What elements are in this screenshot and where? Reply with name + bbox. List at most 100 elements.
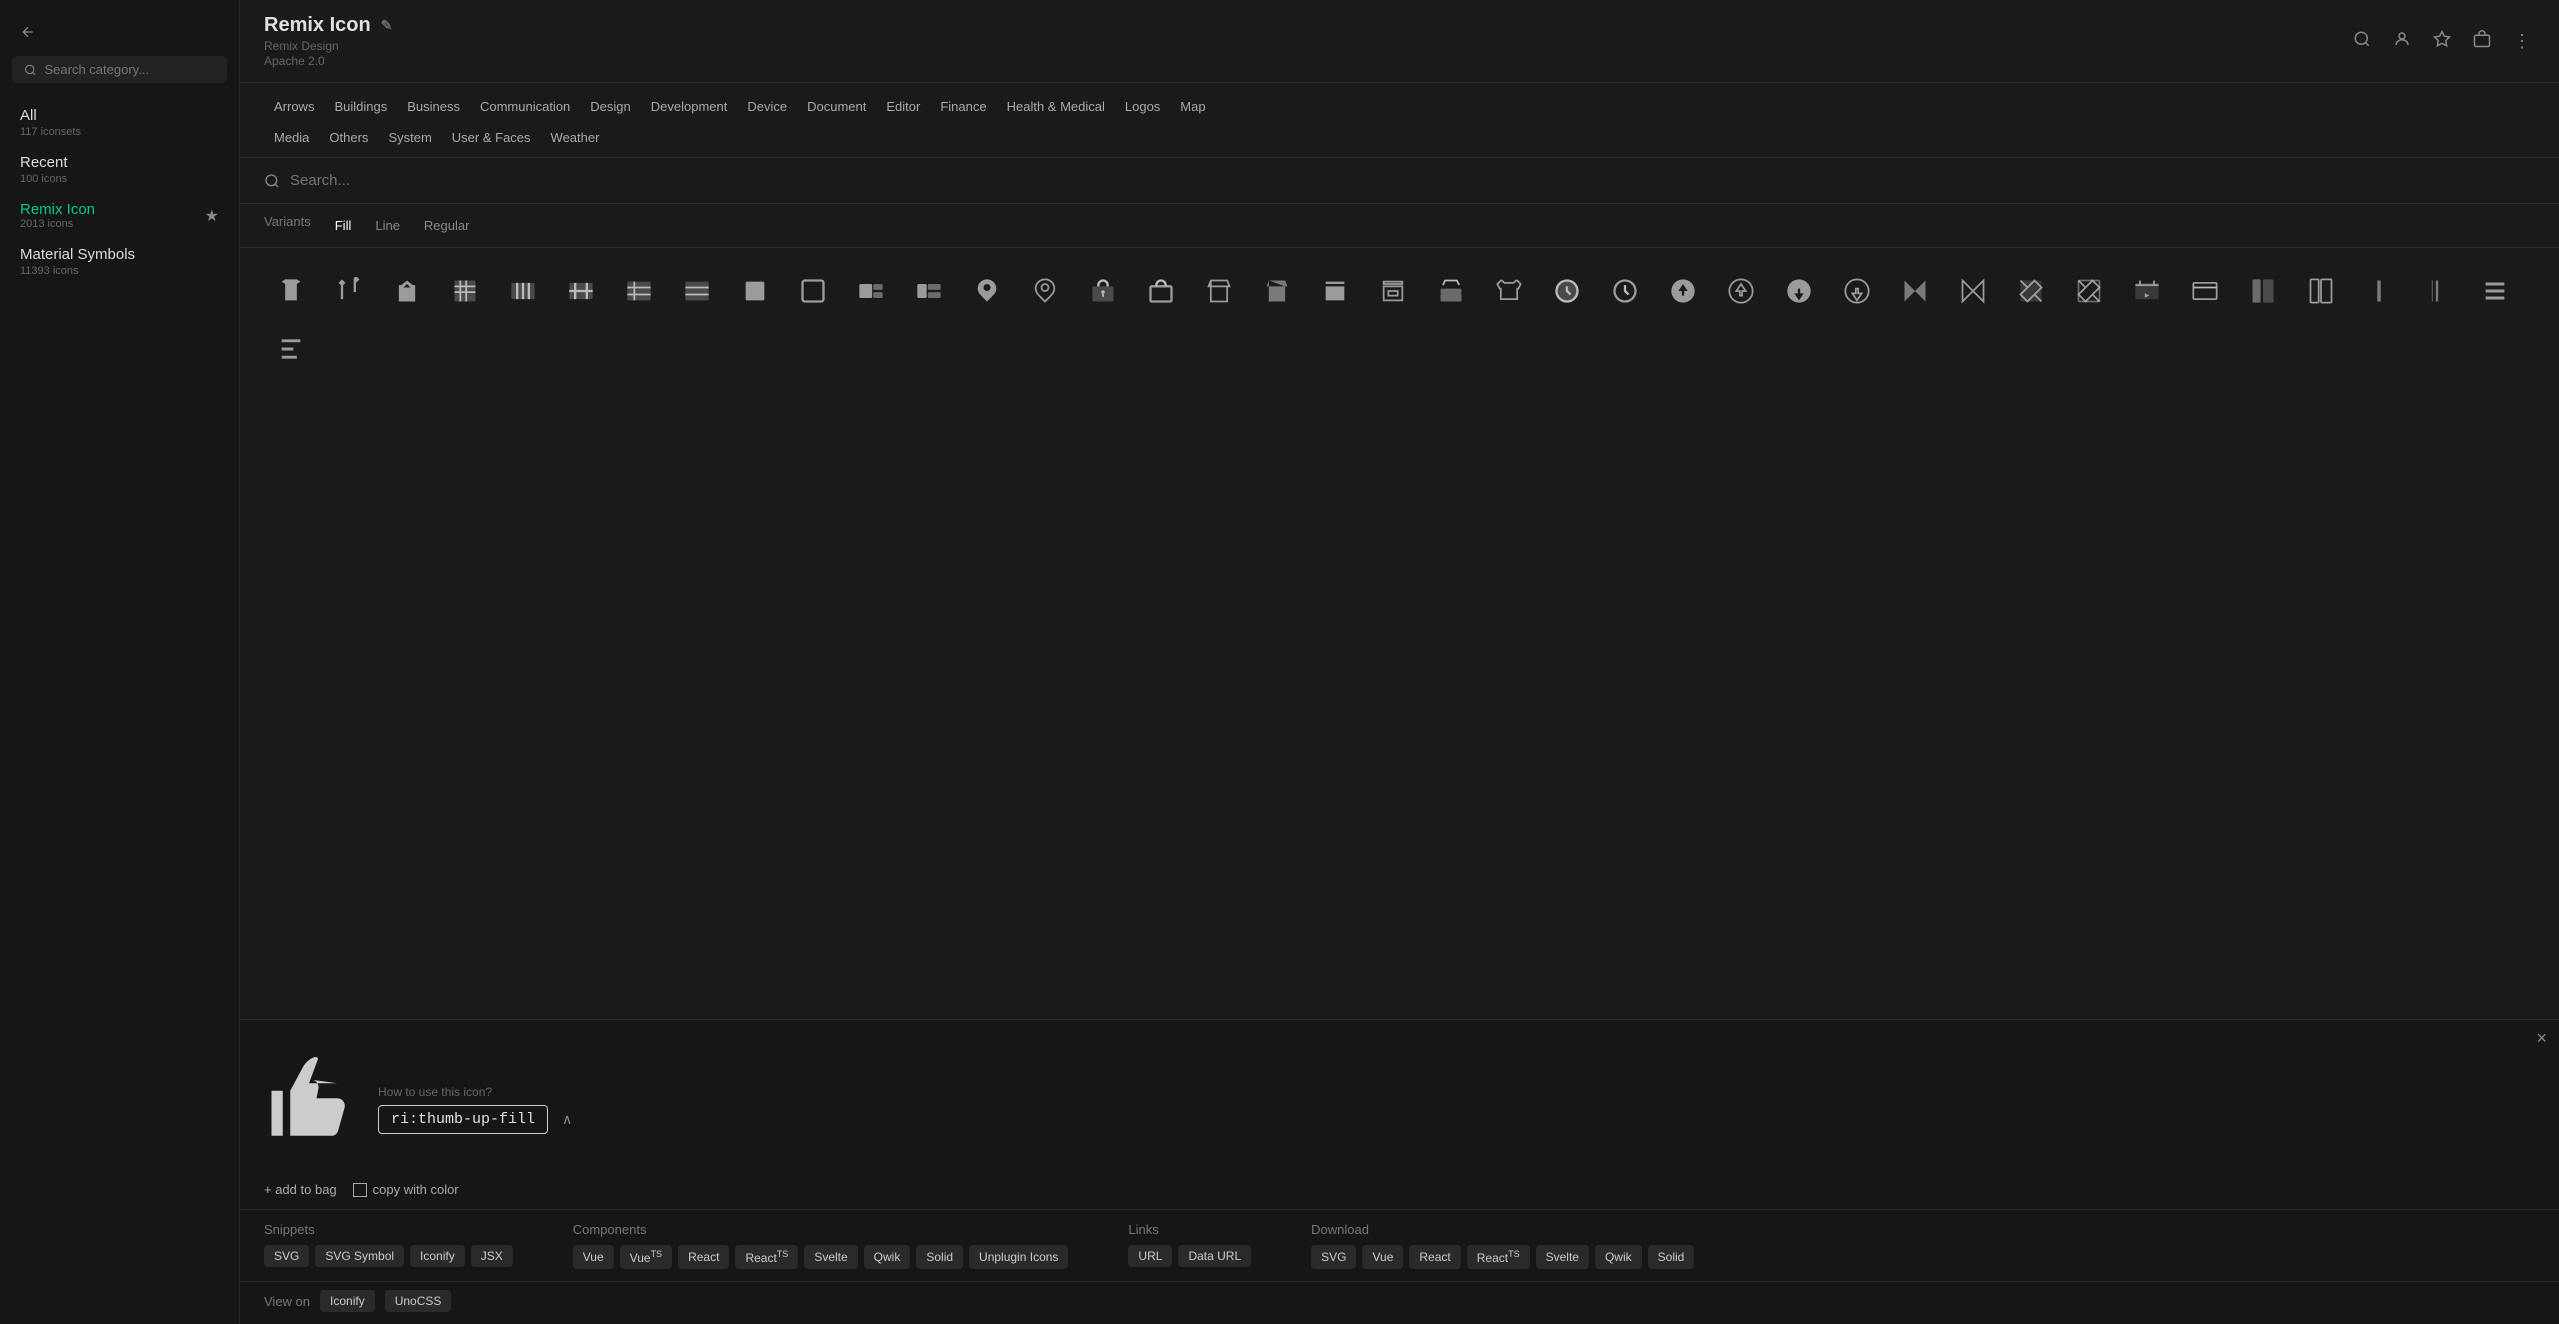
- icon-cell[interactable]: [612, 264, 666, 318]
- cat-system[interactable]: System: [378, 126, 441, 149]
- comp-solid[interactable]: Solid: [916, 1245, 963, 1269]
- icon-cell[interactable]: [670, 264, 724, 318]
- icon-cell[interactable]: [1714, 264, 1768, 318]
- cat-design[interactable]: Design: [580, 95, 640, 118]
- cat-others[interactable]: Others: [319, 126, 378, 149]
- icon-cell[interactable]: [1888, 264, 1942, 318]
- snippet-svg[interactable]: SVG: [264, 1245, 309, 1267]
- icon-cell[interactable]: [554, 264, 608, 318]
- icon-cell[interactable]: [1598, 264, 1652, 318]
- dl-svelte[interactable]: Svelte: [1536, 1245, 1589, 1269]
- cat-media[interactable]: Media: [264, 126, 319, 149]
- variant-line[interactable]: Line: [367, 214, 408, 237]
- icon-cell[interactable]: [1250, 264, 1304, 318]
- icon-cell[interactable]: [1308, 264, 1362, 318]
- cat-buildings[interactable]: Buildings: [324, 95, 397, 118]
- cat-map[interactable]: Map: [1170, 95, 1215, 118]
- cat-device[interactable]: Device: [737, 95, 797, 118]
- snippet-iconify[interactable]: Iconify: [410, 1245, 465, 1267]
- icon-cell[interactable]: [2410, 264, 2464, 318]
- icon-cell[interactable]: [1076, 264, 1130, 318]
- bag-button[interactable]: [2469, 26, 2495, 57]
- cat-communication[interactable]: Communication: [470, 95, 580, 118]
- icon-cell[interactable]: [2468, 264, 2522, 318]
- edit-icon[interactable]: ✎: [381, 17, 393, 34]
- cat-health-medical[interactable]: Health & Medical: [997, 95, 1115, 118]
- icon-cell[interactable]: [1134, 264, 1188, 318]
- user-icon-button[interactable]: [2389, 26, 2415, 57]
- variant-fill[interactable]: Fill: [327, 214, 360, 237]
- comp-unplugin[interactable]: Unplugin Icons: [969, 1245, 1068, 1269]
- icon-cell[interactable]: [1772, 264, 1826, 318]
- cat-weather[interactable]: Weather: [541, 126, 610, 149]
- view-on-iconify[interactable]: Iconify: [320, 1290, 375, 1312]
- cat-user-faces[interactable]: User & Faces: [442, 126, 541, 149]
- back-button[interactable]: [0, 16, 239, 48]
- variant-regular[interactable]: Regular: [416, 214, 478, 237]
- cat-finance[interactable]: Finance: [930, 95, 996, 118]
- star-button[interactable]: [2429, 26, 2455, 57]
- sidebar-item-material-symbols[interactable]: Material Symbols 11393 icons: [0, 238, 239, 285]
- icon-cell[interactable]: [1830, 264, 1884, 318]
- icon-cell[interactable]: [2062, 264, 2116, 318]
- icon-cell[interactable]: [1192, 264, 1246, 318]
- comp-qwik[interactable]: Qwik: [864, 1245, 911, 1269]
- icon-cell[interactable]: [380, 264, 434, 318]
- icon-cell[interactable]: [844, 264, 898, 318]
- snippet-jsx[interactable]: JSX: [471, 1245, 513, 1267]
- sidebar-item-all[interactable]: All 117 iconsets: [0, 99, 239, 146]
- icon-cell[interactable]: [1946, 264, 2000, 318]
- icon-cell[interactable]: [1424, 264, 1478, 318]
- add-to-bag-button[interactable]: + add to bag: [264, 1182, 337, 1197]
- cat-development[interactable]: Development: [641, 95, 738, 118]
- sidebar-item-remix-icon[interactable]: Remix Icon 2013 icons ★: [0, 193, 239, 238]
- icon-cell[interactable]: ▶: [2120, 264, 2174, 318]
- icon-cell[interactable]: [1366, 264, 1420, 318]
- icon-cell[interactable]: [1540, 264, 1594, 318]
- collapse-button[interactable]: ∧: [556, 1109, 578, 1130]
- search-button[interactable]: [2349, 26, 2375, 57]
- dl-solid[interactable]: Solid: [1648, 1245, 1695, 1269]
- icon-cell[interactable]: [786, 264, 840, 318]
- comp-vue-ts[interactable]: VueTS: [620, 1245, 672, 1269]
- search-category-input[interactable]: [45, 62, 216, 77]
- comp-react-ts[interactable]: ReactTS: [735, 1245, 798, 1269]
- dl-vue[interactable]: Vue: [1362, 1245, 1403, 1269]
- close-panel-button[interactable]: ×: [2536, 1028, 2547, 1049]
- icon-cell[interactable]: [1482, 264, 1536, 318]
- icon-cell[interactable]: [728, 264, 782, 318]
- sidebar-item-recent[interactable]: Recent 100 icons: [0, 146, 239, 193]
- link-url[interactable]: URL: [1128, 1245, 1172, 1267]
- icon-cell[interactable]: [2178, 264, 2232, 318]
- icon-cell[interactable]: [496, 264, 550, 318]
- link-data-url[interactable]: Data URL: [1178, 1245, 1251, 1267]
- comp-svelte[interactable]: Svelte: [804, 1245, 857, 1269]
- icon-cell[interactable]: [264, 264, 318, 318]
- sidebar-search[interactable]: [12, 56, 227, 83]
- dl-react-ts[interactable]: ReactTS: [1467, 1245, 1530, 1269]
- icon-cell[interactable]: [902, 264, 956, 318]
- icon-search-input[interactable]: [290, 172, 2535, 189]
- view-on-unocss[interactable]: UnoCSS: [385, 1290, 452, 1312]
- icon-cell[interactable]: [1656, 264, 1710, 318]
- icon-cell[interactable]: [264, 322, 318, 376]
- cat-document[interactable]: Document: [797, 95, 876, 118]
- comp-react[interactable]: React: [678, 1245, 729, 1269]
- icon-cell[interactable]: [322, 264, 376, 318]
- snippet-svg-symbol[interactable]: SVG Symbol: [315, 1245, 404, 1267]
- icon-cell[interactable]: [438, 264, 492, 318]
- dl-svg[interactable]: SVG: [1311, 1245, 1356, 1269]
- copy-with-color-button[interactable]: copy with color: [353, 1182, 459, 1197]
- comp-vue[interactable]: Vue: [573, 1245, 614, 1269]
- cat-logos[interactable]: Logos: [1115, 95, 1170, 118]
- cat-editor[interactable]: Editor: [876, 95, 930, 118]
- dl-qwik[interactable]: Qwik: [1595, 1245, 1642, 1269]
- dl-react[interactable]: React: [1409, 1245, 1460, 1269]
- icon-cell[interactable]: [2236, 264, 2290, 318]
- icon-cell[interactable]: [2294, 264, 2348, 318]
- icon-cell[interactable]: [2004, 264, 2058, 318]
- cat-arrows[interactable]: Arrows: [264, 95, 324, 118]
- more-button[interactable]: ⋮: [2509, 27, 2535, 56]
- cat-business[interactable]: Business: [397, 95, 470, 118]
- icon-cell[interactable]: [960, 264, 1014, 318]
